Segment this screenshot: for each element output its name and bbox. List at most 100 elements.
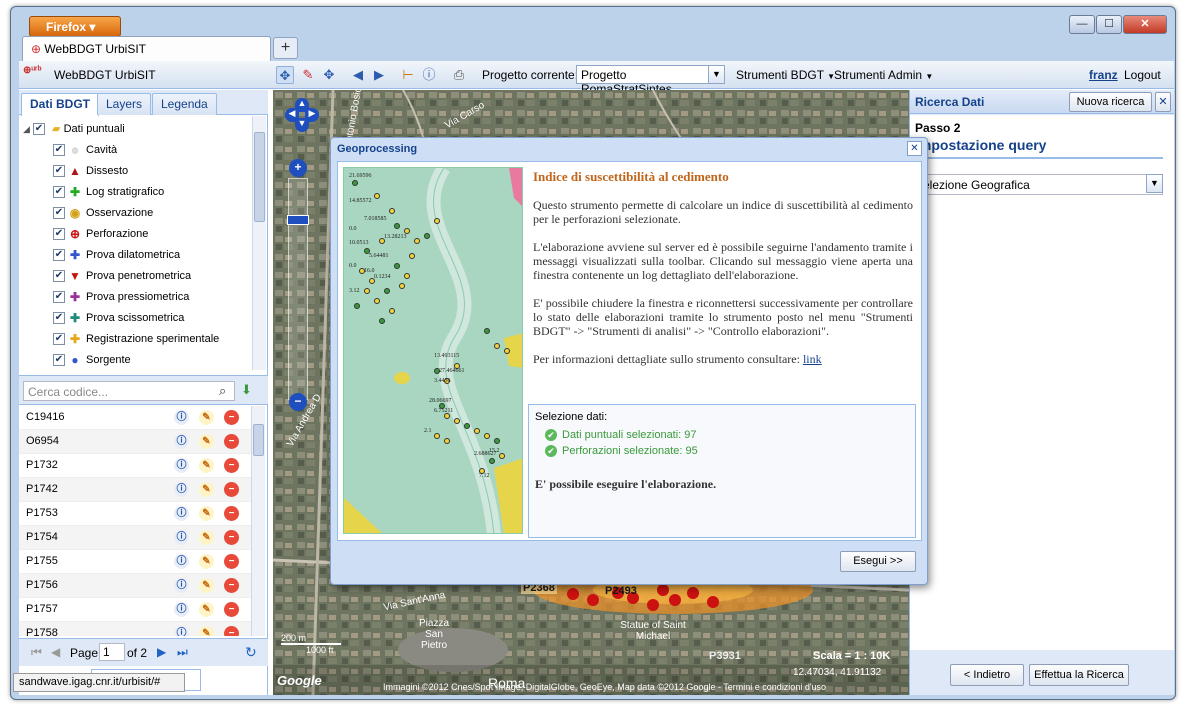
layer-row[interactable]: ✔ ✚ Prova scissometrica	[53, 309, 184, 330]
delete-icon[interactable]: −	[224, 554, 239, 569]
checkbox[interactable]: ✔	[53, 207, 65, 220]
edit-icon[interactable]: ✎	[199, 602, 214, 617]
minimize-button[interactable]: —	[1069, 15, 1095, 34]
scroll-thumb[interactable]	[253, 424, 264, 456]
layer-row[interactable]: ✔ ◉ Osservazione	[53, 204, 153, 225]
delete-icon[interactable]: −	[224, 578, 239, 593]
run-search-button[interactable]: Effettua la Ricerca	[1029, 664, 1129, 686]
layer-row[interactable]: ✔ ⊕ Perforazione	[53, 225, 148, 246]
zoom-out-icon[interactable]: −	[289, 393, 307, 411]
tab-layers[interactable]: Layers	[97, 93, 152, 115]
delete-icon[interactable]: −	[224, 506, 239, 521]
info-icon[interactable]: ⓘ	[174, 434, 189, 449]
info-icon[interactable]: ⓘ	[174, 482, 189, 497]
chevron-down-icon[interactable]: ▼	[708, 65, 725, 84]
info-icon[interactable]: ⓘ	[174, 410, 189, 425]
list-item[interactable]: P1732 ⓘ ✎ −	[19, 454, 251, 478]
new-tab-button[interactable]: +	[273, 37, 298, 59]
download-icon[interactable]: ⬇	[241, 382, 252, 398]
edit-icon[interactable]: ✎	[199, 410, 214, 425]
delete-icon[interactable]: −	[224, 626, 239, 636]
tab-legenda[interactable]: Legenda	[152, 93, 217, 115]
close-icon[interactable]: ✕	[1155, 92, 1171, 112]
browser-tab[interactable]: ⊕ WebBDGT UrbiSIT	[22, 36, 271, 61]
edit-icon[interactable]: ✎	[199, 530, 214, 545]
scroll-thumb[interactable]	[254, 132, 265, 222]
info-icon[interactable]: ⓘ	[174, 530, 189, 545]
list-item[interactable]: P1753 ⓘ ✎ −	[19, 502, 251, 526]
search-input[interactable]: Cerca codice...	[23, 381, 235, 401]
tab-dati-bdgt[interactable]: Dati BDGT	[21, 93, 99, 116]
maximize-button[interactable]: ☐	[1096, 15, 1122, 34]
pan-down-icon[interactable]: ▼	[295, 118, 309, 132]
tree-root[interactable]: ◢ ✔ ▰ Dati puntuali	[23, 120, 125, 141]
edit-icon[interactable]: ✎	[199, 626, 214, 636]
project-select[interactable]: Progetto RomaStratSintes ▼	[576, 65, 725, 96]
checkbox[interactable]: ✔	[32, 123, 45, 136]
back-button[interactable]: < Indietro	[950, 664, 1024, 686]
print-icon[interactable]: ⎙	[450, 66, 468, 84]
info-icon[interactable]: ⓘ	[174, 626, 189, 636]
pan-control[interactable]: ▲ ◀ ▶ ▼	[285, 98, 319, 132]
list-item[interactable]: P1757 ⓘ ✎ −	[19, 598, 251, 622]
checkbox[interactable]: ✔	[53, 228, 65, 241]
close-icon[interactable]: ✕	[907, 141, 922, 156]
previous-view-icon[interactable]: ◀	[349, 66, 367, 84]
delete-icon[interactable]: −	[224, 602, 239, 617]
list-item[interactable]: O6954 ⓘ ✎ −	[19, 430, 251, 454]
strumenti-admin-menu[interactable]: Strumenti Admin ▼	[834, 68, 933, 82]
tree-scrollbar[interactable]	[252, 116, 266, 370]
execute-button[interactable]: Esegui >>	[840, 551, 916, 572]
select-tool-icon[interactable]: ✥	[276, 66, 294, 84]
layer-row[interactable]: ✔ ▲ Dissesto	[53, 162, 128, 183]
search-icon[interactable]: ⌕	[219, 383, 226, 399]
delete-icon[interactable]: −	[224, 410, 239, 425]
checkbox[interactable]: ✔	[53, 333, 65, 346]
list-item[interactable]: P1758 ⓘ ✎ −	[19, 622, 251, 636]
checkbox[interactable]: ✔	[53, 165, 65, 178]
checkbox[interactable]: ✔	[53, 144, 65, 157]
edit-icon[interactable]: ✎	[199, 482, 214, 497]
close-window-button[interactable]: ✕	[1123, 15, 1167, 34]
layer-row[interactable]: ✔ ● Cavità	[53, 141, 117, 162]
checkbox[interactable]: ✔	[53, 291, 65, 304]
firefox-menu-button[interactable]: Firefox ▾	[29, 16, 121, 37]
list-scrollbar[interactable]	[251, 406, 265, 636]
chevron-down-icon[interactable]: ▼	[1146, 174, 1163, 193]
user-link[interactable]: franz	[1089, 68, 1118, 82]
new-search-button[interactable]: Nuova ricerca	[1069, 92, 1152, 112]
layer-row[interactable]: ✔ ✚ Log stratigrafico	[53, 183, 164, 204]
checkbox[interactable]: ✔	[53, 354, 65, 367]
query-type-select[interactable]: Selezione Geografica ▼	[910, 174, 1163, 195]
layer-row[interactable]: ✔ ✚ Registrazione sperimentale	[53, 330, 219, 351]
info-link[interactable]: link	[803, 352, 822, 366]
edit-icon[interactable]: ✎	[199, 506, 214, 521]
expand-icon[interactable]: ◢	[23, 124, 30, 134]
delete-icon[interactable]: −	[224, 530, 239, 545]
layer-row[interactable]: ✔ ● Sorgente	[53, 351, 131, 371]
deselect-tool-icon[interactable]: ✎	[299, 66, 317, 84]
next-view-icon[interactable]: ▶	[370, 66, 388, 84]
info-icon[interactable]: ⓘ	[174, 554, 189, 569]
info-icon[interactable]: ⓘ	[174, 578, 189, 593]
checkbox[interactable]: ✔	[53, 249, 65, 262]
zoom-slider[interactable]	[287, 178, 309, 400]
delete-icon[interactable]: −	[224, 482, 239, 497]
page-input[interactable]: 1	[99, 643, 125, 661]
edit-icon[interactable]: ✎	[199, 434, 214, 449]
edit-icon[interactable]: ✎	[199, 458, 214, 473]
list-item[interactable]: P1754 ⓘ ✎ −	[19, 526, 251, 550]
layer-row[interactable]: ✔ ✚ Prova pressiometrica	[53, 288, 189, 309]
first-page-icon[interactable]: ⏮	[31, 645, 42, 660]
info-tool-icon[interactable]: ⓘ	[420, 66, 438, 84]
edit-icon[interactable]: ✎	[199, 554, 214, 569]
zoom-in-icon[interactable]: +	[289, 159, 307, 177]
zoom-slider-handle[interactable]	[287, 215, 309, 225]
list-item[interactable]: C19416 ⓘ ✎ −	[19, 406, 251, 430]
next-page-icon[interactable]: ▶	[157, 645, 166, 659]
last-page-icon[interactable]: ⏭	[177, 645, 188, 660]
pan-tool-icon[interactable]: ✥	[320, 66, 338, 84]
delete-icon[interactable]: −	[224, 434, 239, 449]
list-item[interactable]: P1742 ⓘ ✎ −	[19, 478, 251, 502]
info-icon[interactable]: ⓘ	[174, 506, 189, 521]
